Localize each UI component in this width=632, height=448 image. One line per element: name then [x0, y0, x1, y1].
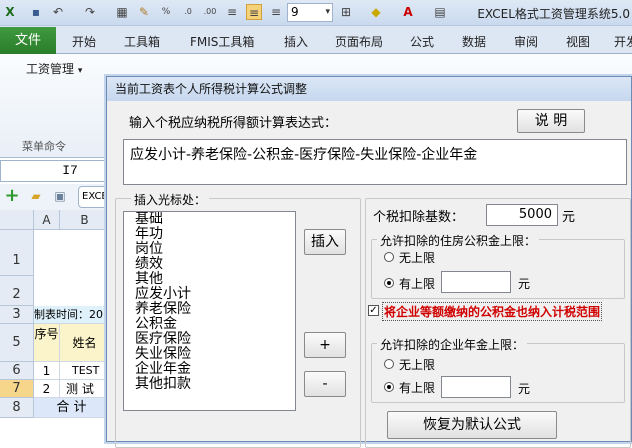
list-item[interactable]: 医疗保险 [124, 332, 295, 347]
plus-button[interactable]: + [304, 332, 346, 358]
select-all-corner[interactable] [0, 210, 34, 230]
housing-group-title: 允许扣除的住房公积金上限： [377, 232, 540, 249]
field-listbox[interactable]: 基础 年功 岗位 绩效 其他 应发小计 养老保险 公积金 医疗保险 失业保险 企… [123, 211, 296, 411]
row-header[interactable]: 8 [0, 398, 34, 418]
include-enterprise-fund-label[interactable]: 将企业等额缴纳的公积金也纳入计税范围 [382, 302, 603, 321]
save-icon[interactable]: ▪ [28, 4, 44, 20]
table-cell[interactable]: 制表时间：20 [34, 306, 110, 324]
increase-decimal-icon[interactable]: .0 [180, 4, 196, 20]
dialog-title: 当前工资表个人所得税计算公式调整 [107, 77, 631, 101]
annuity-has-limit-label: 有上限 [399, 381, 436, 395]
restore-default-button[interactable]: 恢复为默认公式 [387, 411, 557, 439]
table-cell[interactable]: 1 [34, 362, 60, 380]
annuity-limit-input[interactable] [441, 376, 511, 398]
table-cell[interactable]: 2 [34, 380, 60, 398]
tax-base-unit: 元 [562, 210, 576, 225]
percent-icon[interactable]: % [158, 4, 174, 20]
list-item[interactable]: 年功 [124, 227, 295, 242]
insert-group-title: 插入光标处： [131, 191, 210, 208]
include-enterprise-fund-checkbox[interactable]: ✓ [368, 305, 379, 316]
list-item[interactable]: 养老保险 [124, 302, 295, 317]
insert-button[interactable]: 插入 [304, 229, 346, 255]
redo-icon[interactable]: ↷ [82, 4, 98, 20]
tab-home[interactable]: 开始 [72, 33, 96, 50]
wage-management-label: 工资管理 [26, 62, 75, 76]
quick-access-toolbar: X ▪ ↶ ↷ ▦ ✎ % .0 .00 ≡ ≡ ≡ 9 ▾ ⊞ ◆ A ▤ EX… [0, 0, 632, 26]
fill-color-icon[interactable]: ◆ [368, 4, 384, 20]
tab-insert[interactable]: 插入 [284, 33, 308, 50]
column-header-b[interactable]: B [60, 210, 110, 230]
list-item[interactable]: 其他 [124, 272, 295, 287]
row-header[interactable]: 6 [0, 362, 34, 380]
tax-formula-dialog: 当前工资表个人所得税计算公式调整 输入个税应纳税所得额计算表达式： 说 明 应发… [106, 76, 632, 448]
align-center-icon[interactable]: ≡ [246, 4, 262, 20]
window-title: EXCEL格式工资管理系统5.0 [477, 7, 630, 21]
tab-toolbox[interactable]: 工具箱 [124, 33, 160, 50]
housing-no-limit-label: 无上限 [399, 251, 436, 265]
row-header[interactable]: 1 [0, 230, 34, 276]
customize-qat-icon[interactable]: ▤ [432, 4, 448, 20]
row-header[interactable]: 2 [0, 276, 34, 306]
annuity-no-limit-radio[interactable] [384, 359, 394, 369]
chevron-down-icon: ▾ [77, 66, 83, 76]
list-item[interactable]: 公积金 [124, 317, 295, 332]
list-item[interactable]: 应发小计 [124, 287, 295, 302]
tab-data[interactable]: 数据 [462, 33, 486, 50]
chevron-down-icon: ▾ [325, 7, 330, 17]
housing-has-limit-radio[interactable] [384, 278, 394, 288]
undo-icon[interactable]: ↶ [50, 4, 66, 20]
tab-fmis-toolbox[interactable]: FMIS工具箱 [190, 33, 254, 50]
housing-no-limit-radio[interactable] [384, 252, 394, 262]
tab-developer[interactable]: 开发 [614, 33, 632, 50]
align-left-icon[interactable]: ≡ [224, 4, 240, 20]
font-color-icon[interactable]: A [400, 4, 416, 20]
housing-has-limit-label: 有上限 [399, 277, 436, 291]
format-painter-icon[interactable]: ✎ [136, 4, 152, 20]
column-header-a[interactable]: A [34, 210, 60, 230]
housing-limit-input[interactable] [441, 271, 511, 293]
borders-icon[interactable]: ⊞ [338, 4, 354, 20]
explain-button[interactable]: 说 明 [517, 109, 585, 133]
annuity-group-title: 允许扣除的企业年金上限： [377, 336, 528, 353]
table-cell[interactable]: TEST [60, 362, 110, 380]
decrease-decimal-icon[interactable]: .00 [202, 4, 218, 20]
tab-page-layout[interactable]: 页面布局 [335, 33, 383, 50]
annuity-no-limit-label: 无上限 [399, 358, 436, 372]
annuity-has-limit-radio[interactable] [384, 382, 394, 392]
minus-button[interactable]: - [304, 371, 346, 397]
list-item[interactable]: 绩效 [124, 257, 295, 272]
list-item[interactable]: 基础 [124, 212, 295, 227]
list-item[interactable]: 企业年金 [124, 362, 295, 377]
row-header-selected[interactable]: 7 [0, 380, 34, 398]
row-header[interactable]: 5 [0, 324, 34, 362]
table-header-cell[interactable]: 序号 [34, 324, 60, 362]
table-cell[interactable]: 测 试 [60, 380, 110, 398]
font-size-select[interactable]: 9 ▾ [287, 3, 333, 22]
wage-management-menu[interactable]: 工资管理 ▾ [26, 60, 82, 77]
add-icon[interactable]: + [4, 187, 20, 205]
formula-textarea[interactable]: 应发小计-养老保险-公积金-医疗保险-失业保险-企业年金 [123, 139, 627, 185]
list-item[interactable]: 其他扣款 [124, 377, 295, 392]
calendar-icon[interactable]: ▦ [114, 4, 130, 20]
tab-file[interactable]: 文件 [0, 27, 56, 54]
group-label-menu-command: 菜单命令 [22, 140, 66, 153]
table-total-cell[interactable]: 合 计 [34, 398, 110, 418]
tax-base-label: 个税扣除基数： [373, 210, 465, 225]
table-header-cell[interactable]: 姓名 [60, 324, 110, 362]
excel-logo-icon: X [5, 5, 15, 19]
tab-view[interactable]: 视图 [566, 33, 590, 50]
preview-icon[interactable]: ▣ [52, 188, 68, 204]
row-header[interactable]: 3 [0, 306, 34, 324]
tax-base-input[interactable]: 5000 [486, 204, 558, 226]
housing-limit-unit: 元 [518, 277, 531, 291]
tab-formulas[interactable]: 公式 [410, 33, 434, 50]
annuity-limit-unit: 元 [518, 382, 531, 396]
list-item[interactable]: 失业保险 [124, 347, 295, 362]
list-item[interactable]: 岗位 [124, 242, 295, 257]
tab-review[interactable]: 审阅 [514, 33, 538, 50]
formula-prompt-label: 输入个税应纳税所得额计算表达式： [129, 116, 338, 131]
folder-icon[interactable]: ▰ [28, 188, 44, 204]
align-right-icon[interactable]: ≡ [268, 4, 284, 20]
